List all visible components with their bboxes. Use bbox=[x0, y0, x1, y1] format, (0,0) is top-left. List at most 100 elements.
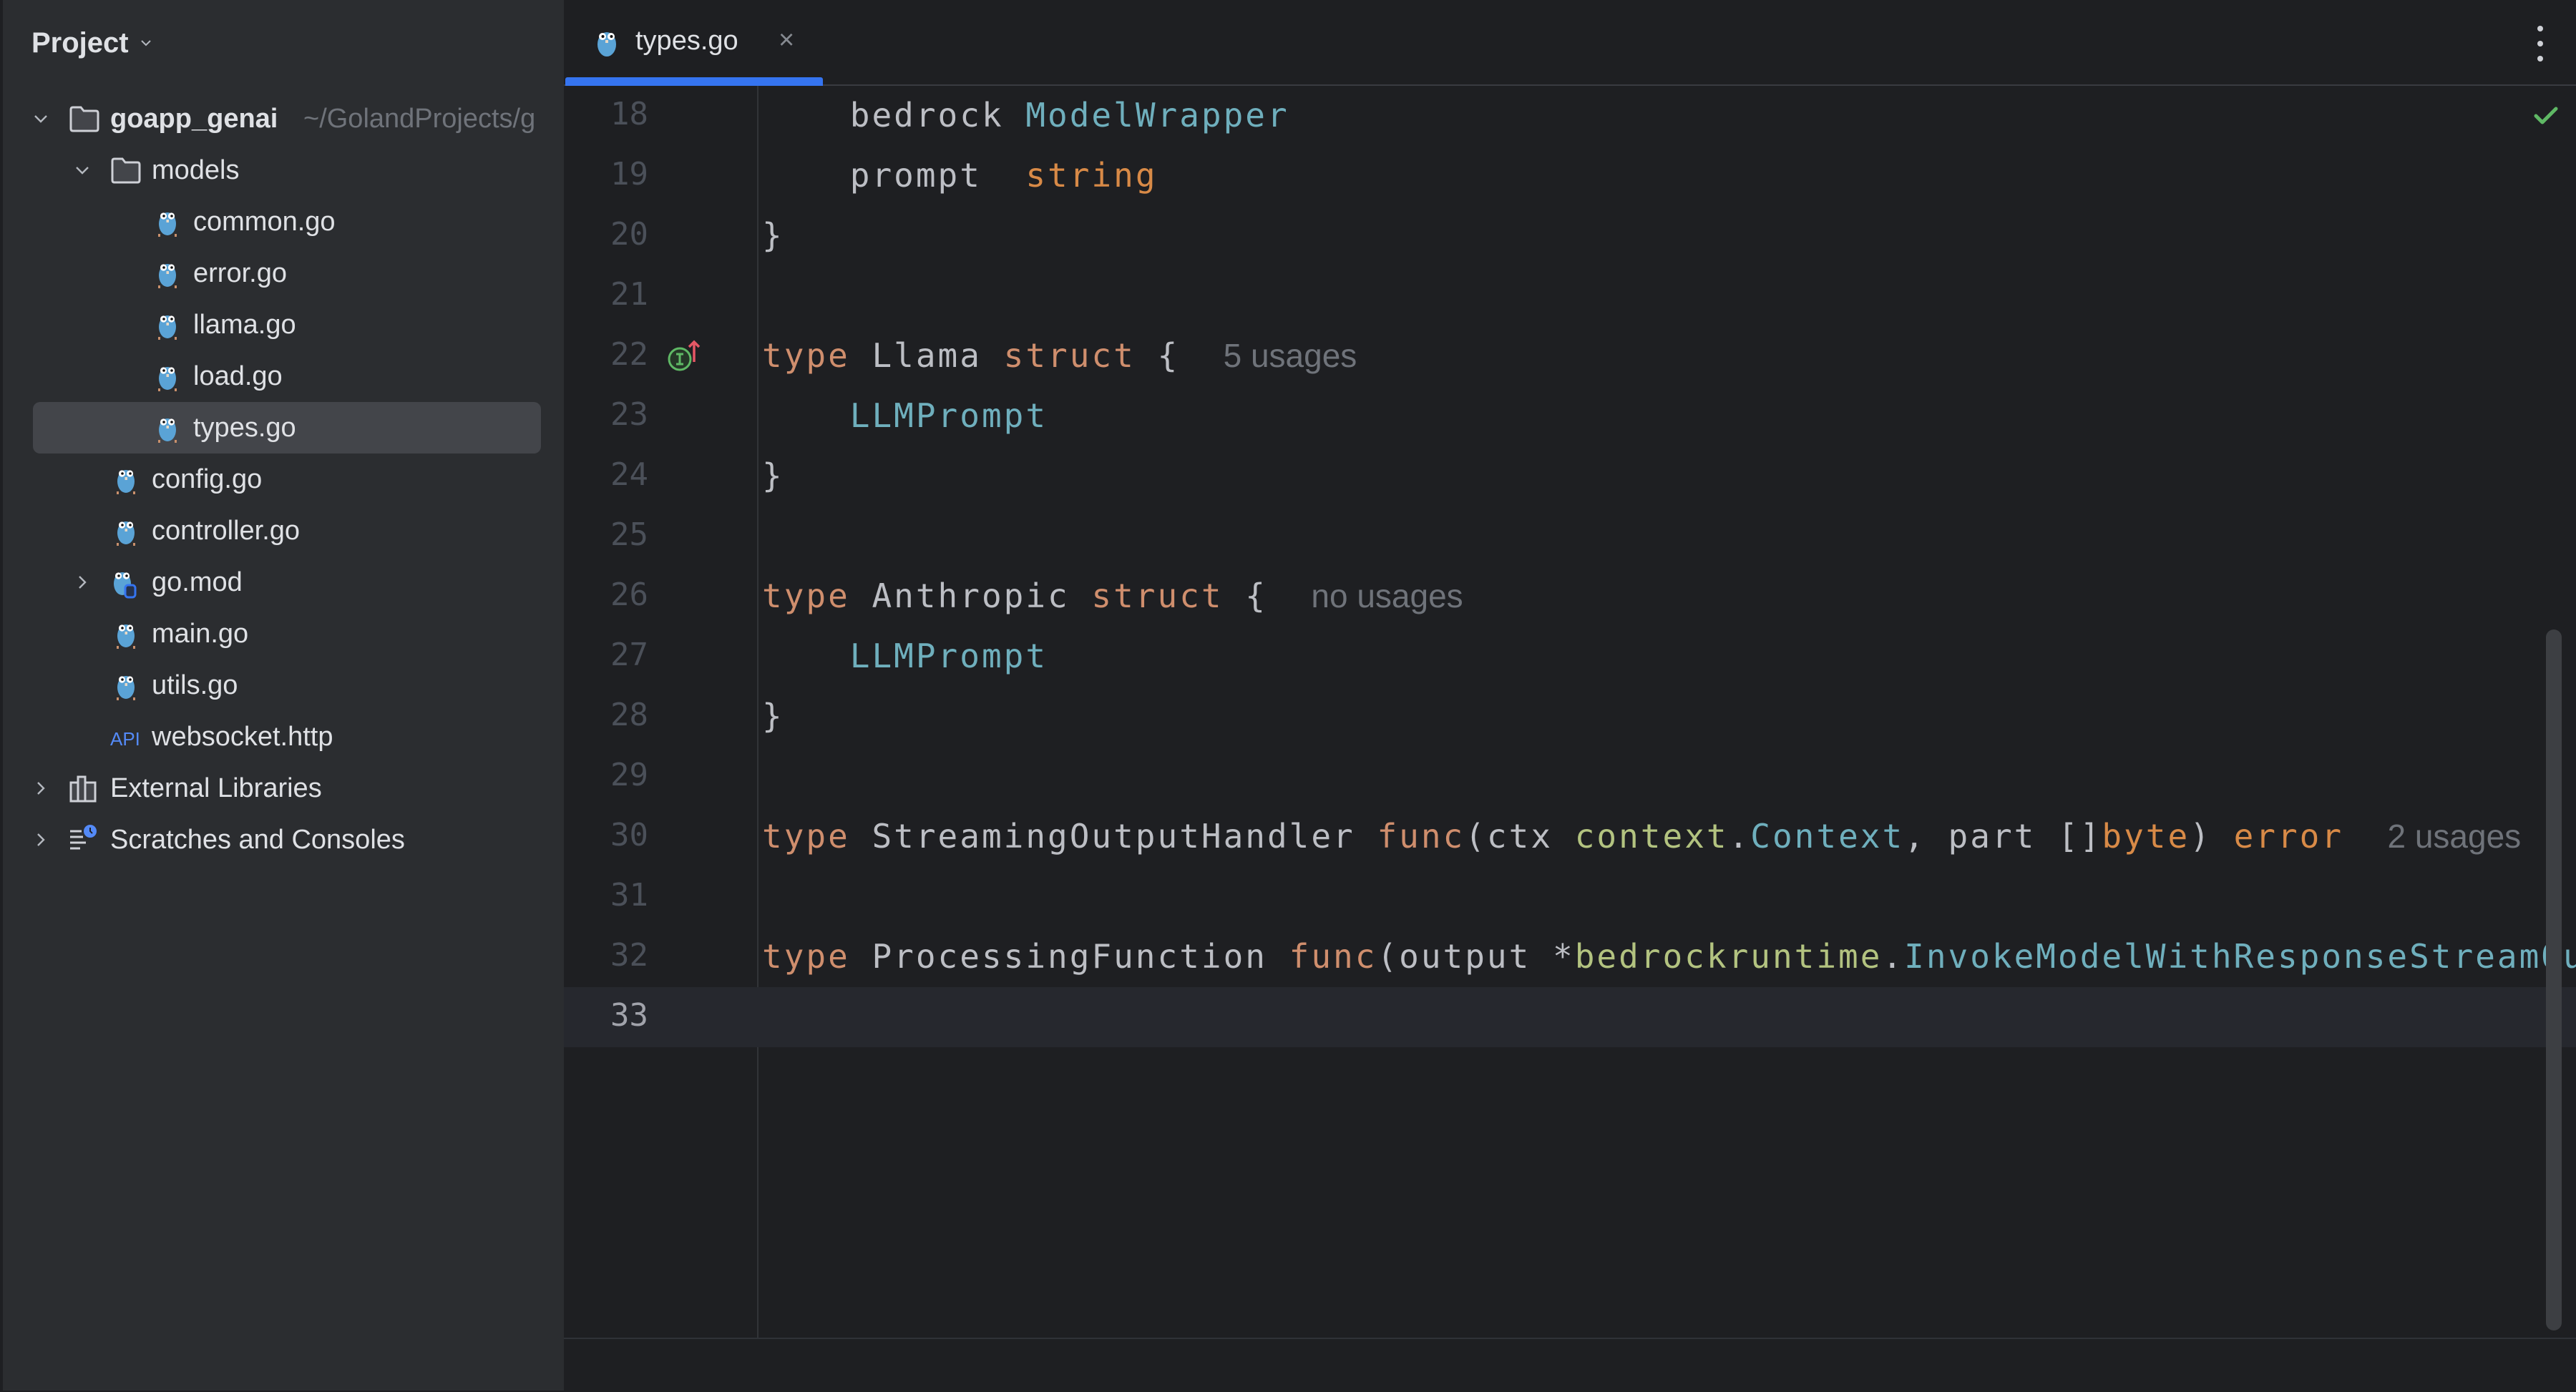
code-line[interactable]: 33 bbox=[564, 987, 2576, 1047]
http-api-icon: API bbox=[110, 721, 142, 753]
code-line[interactable]: 27 LLMPrompt bbox=[564, 627, 2576, 687]
code-line[interactable]: 32 type ProcessingFunction func(output *b… bbox=[564, 927, 2576, 987]
chevron-right-icon[interactable] bbox=[30, 829, 52, 851]
vertical-scrollbar[interactable] bbox=[2546, 629, 2562, 1330]
tree-item-label: websocket.http bbox=[152, 721, 333, 752]
tree-item-external-libraries[interactable]: External Libraries bbox=[3, 763, 567, 814]
usages-hint[interactable]: 2 usages bbox=[2387, 818, 2521, 855]
code-line[interactable]: 24} bbox=[564, 446, 2576, 506]
chevron-right-icon[interactable] bbox=[30, 778, 52, 799]
code-line[interactable]: 29 bbox=[564, 747, 2576, 807]
code-line[interactable]: 26 type Anthropic struct { no usages bbox=[564, 567, 2576, 627]
code-token: { bbox=[1223, 577, 1312, 615]
line-number: 33 bbox=[610, 997, 648, 1034]
code-token: . bbox=[1882, 937, 1905, 976]
code-line[interactable]: 20} bbox=[564, 206, 2576, 266]
code-token: InvokeModelWithResponseStreamOutput bbox=[1904, 937, 2576, 976]
tree-item-error-go[interactable]: error.go bbox=[3, 247, 567, 299]
code-token: (output * bbox=[1377, 937, 1575, 976]
code-line[interactable]: 18 bedrock ModelWrapper bbox=[564, 86, 2576, 146]
tree-item-controller-go[interactable]: controller.go bbox=[3, 505, 567, 557]
tree-item-main-go[interactable]: main.go bbox=[3, 608, 567, 660]
code-text: } bbox=[762, 697, 784, 735]
more-options-icon[interactable] bbox=[2533, 26, 2547, 62]
code-token: bedrockruntime bbox=[1574, 937, 1883, 976]
line-number: 21 bbox=[610, 276, 648, 313]
go-file-icon bbox=[152, 206, 183, 237]
tree-item-label: llama.go bbox=[193, 309, 296, 340]
project-view-selector[interactable]: Project bbox=[31, 21, 153, 64]
tree-item-utils-go[interactable]: utils.go bbox=[3, 660, 567, 711]
tree-item-label: models bbox=[152, 155, 240, 185]
code-token: context bbox=[1574, 817, 1729, 856]
tree-item-label: go.mod bbox=[152, 567, 243, 597]
go-file-icon bbox=[594, 26, 620, 62]
editor-tab-bar: types.go × bbox=[564, 0, 2576, 86]
tree-item-types-go[interactable]: types.go bbox=[3, 402, 567, 454]
line-number: 28 bbox=[610, 697, 648, 733]
tree-item-common-go[interactable]: common.go bbox=[3, 196, 567, 247]
line-number: 23 bbox=[610, 396, 648, 433]
line-number: 19 bbox=[610, 156, 648, 192]
code-editor[interactable]: 18 bedrock ModelWrapper 19 prompt string 2… bbox=[564, 86, 2576, 1338]
project-panel: Project goapp_genai ~/GolandProjects/g mod… bbox=[0, 0, 564, 1391]
code-token: . bbox=[1728, 817, 1751, 856]
code-token: prompt bbox=[762, 156, 1026, 195]
code-token: StreamingOutputHandler bbox=[849, 817, 1377, 856]
tree-item-websocket-http[interactable]: API websocket.http bbox=[3, 711, 567, 763]
code-token: LLMPrompt bbox=[849, 637, 1048, 675]
code-text: } bbox=[762, 456, 784, 495]
tree-item-label: main.go bbox=[152, 618, 249, 649]
chevron-down-icon[interactable] bbox=[30, 108, 52, 129]
code-token: type bbox=[762, 937, 850, 976]
chevron-down-icon[interactable] bbox=[72, 160, 93, 181]
go-file-icon bbox=[152, 258, 183, 289]
scratches-icon bbox=[69, 824, 100, 856]
chevron-right-icon[interactable] bbox=[72, 572, 93, 593]
project-path: ~/GolandProjects/g bbox=[303, 103, 536, 134]
line-number: 26 bbox=[610, 577, 648, 613]
code-token: (ctx bbox=[1465, 817, 1575, 856]
tree-item-label: common.go bbox=[193, 206, 336, 237]
line-number: 18 bbox=[610, 96, 648, 132]
code-line[interactable]: 30 type StreamingOutputHandler func(ctx c… bbox=[564, 807, 2576, 867]
code-line[interactable]: 23 LLMPrompt bbox=[564, 386, 2576, 446]
tree-item-go-mod[interactable]: go.mod bbox=[3, 557, 567, 608]
go-file-icon bbox=[110, 618, 142, 650]
code-line[interactable]: 22 type Llama struct { 5 usages bbox=[564, 326, 2576, 386]
tab-types-go[interactable]: types.go × bbox=[564, 0, 823, 86]
code-token: Anthropic bbox=[849, 577, 1092, 615]
tree-item-goapp-genai[interactable]: goapp_genai ~/GolandProjects/g bbox=[3, 93, 567, 144]
horizontal-scroll-area[interactable] bbox=[564, 1338, 2576, 1392]
active-tab-indicator bbox=[565, 77, 823, 86]
tree-item-models[interactable]: models bbox=[3, 144, 567, 196]
code-token: LLMPrompt bbox=[849, 396, 1048, 435]
tree-item-load-go[interactable]: load.go bbox=[3, 351, 567, 402]
code-token: error bbox=[2233, 817, 2344, 856]
code-token: Llama bbox=[849, 336, 1004, 375]
tree-item-llama-go[interactable]: llama.go bbox=[3, 299, 567, 351]
close-icon[interactable]: × bbox=[779, 24, 794, 56]
code-line[interactable]: 31 bbox=[564, 867, 2576, 927]
implemented-interface-icon[interactable] bbox=[664, 335, 707, 378]
usages-hint[interactable]: 5 usages bbox=[1224, 337, 1357, 374]
go-file-icon bbox=[110, 670, 142, 701]
tree-item-scratches-and-consoles[interactable]: Scratches and Consoles bbox=[3, 814, 567, 866]
code-text: } bbox=[762, 216, 784, 255]
usages-hint[interactable]: no usages bbox=[1311, 577, 1463, 614]
code-line[interactable]: 28} bbox=[564, 687, 2576, 747]
code-line[interactable]: 25 bbox=[564, 506, 2576, 567]
folder-icon bbox=[110, 155, 142, 186]
code-token: func bbox=[1377, 817, 1465, 856]
code-token: func bbox=[1289, 937, 1377, 976]
tab-label: types.go bbox=[635, 26, 738, 56]
no-problems-check-icon[interactable] bbox=[2532, 102, 2560, 130]
go-file-icon bbox=[110, 464, 142, 495]
code-line[interactable]: 21 bbox=[564, 266, 2576, 326]
tree-item-label: load.go bbox=[193, 361, 283, 391]
chevron-down-icon bbox=[140, 40, 151, 46]
code-line[interactable]: 19 prompt string bbox=[564, 146, 2576, 206]
code-text: LLMPrompt bbox=[762, 396, 1048, 435]
tree-item-config-go[interactable]: config.go bbox=[3, 454, 567, 505]
